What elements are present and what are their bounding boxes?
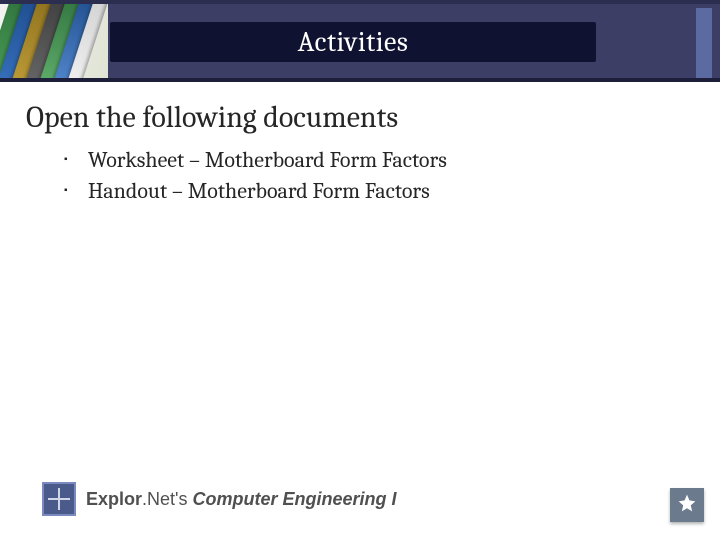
- list-item: Handout – Motherboard Form Factors: [88, 176, 694, 207]
- body-heading: Open the following documents: [26, 100, 694, 135]
- slide-body: Open the following documents Worksheet –…: [26, 100, 694, 207]
- cable-image: [0, 4, 108, 82]
- brand-mid: Net's: [147, 489, 192, 509]
- header-band: Activities: [0, 0, 720, 78]
- star-icon: [677, 493, 697, 518]
- brand-prefix: Explor: [86, 489, 142, 509]
- brand-suffix: Computer Engineering I: [192, 489, 396, 509]
- slide-title: Activities: [298, 26, 409, 58]
- logo-icon: [42, 482, 76, 516]
- slide-title-pill: Activities: [110, 22, 596, 62]
- header-accent-bar: [696, 8, 712, 82]
- footer-logo: Explor.Net's Computer Engineering I: [42, 482, 397, 516]
- star-tile: [670, 488, 704, 522]
- bullet-list: Worksheet – Motherboard Form Factors Han…: [26, 145, 694, 207]
- header-underline: [0, 78, 720, 82]
- logo-text: Explor.Net's Computer Engineering I: [86, 489, 397, 510]
- list-item: Worksheet – Motherboard Form Factors: [88, 145, 694, 176]
